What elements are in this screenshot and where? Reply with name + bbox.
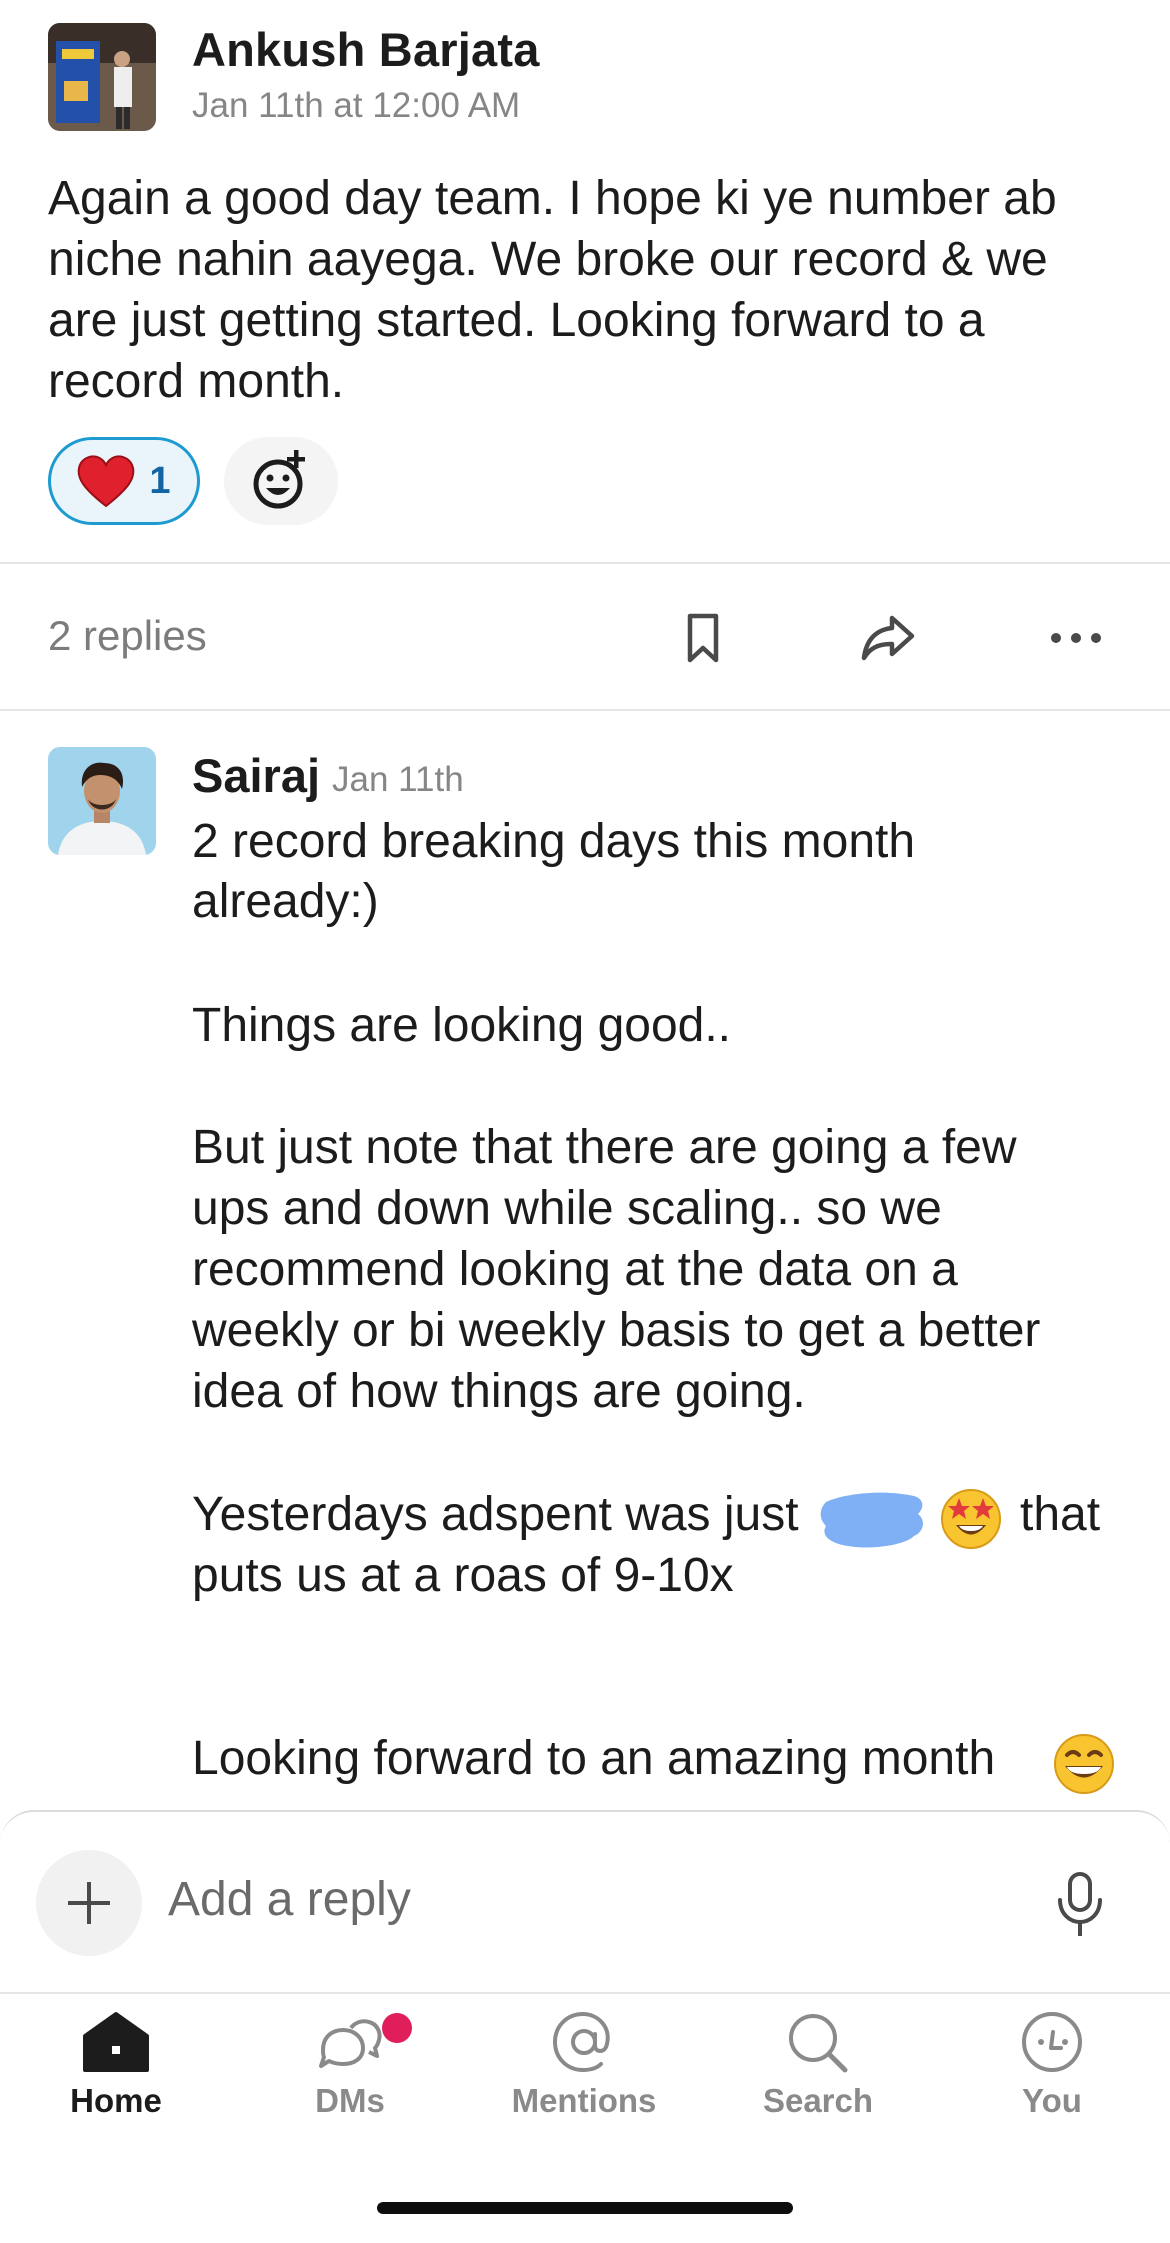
reply-text-line: But just note that there are going a few [192,1121,1017,1174]
reply-text-line: that [1020,1488,1101,1541]
reply-text-line: idea of how things are going. [192,1365,806,1418]
add-reaction-icon [253,450,305,509]
reply-text-line: already:) [192,875,379,928]
heart-reaction-button[interactable]: 1 [48,437,200,525]
redacted-amount [818,1488,928,1554]
tab-dms[interactable]: DMs [250,2010,450,2140]
tab-mentions[interactable]: Mentions [484,2010,684,2140]
add-reaction-button[interactable] [224,437,338,525]
tab-label: DMs [315,2082,385,2119]
reply-author-name[interactable]: Sairaj [192,748,320,803]
reply-text-line: weekly or bi weekly basis to get a bette… [192,1304,1041,1357]
more-options-icon[interactable] [1046,608,1106,668]
divider [0,562,1170,564]
share-icon[interactable] [858,608,918,668]
reply-text-line: puts us at a roas of 9-10x [192,1549,734,1602]
red-heart-emoji [78,455,135,508]
reply-text-line: 2 record breaking days this month [192,815,916,868]
tab-search[interactable]: Search [718,2010,918,2140]
plus-icon [68,1882,110,1924]
reaction-count: 1 [149,459,171,502]
star-struck-emoji [940,1488,1002,1550]
bookmark-icon[interactable] [673,608,733,668]
reply-text-line: recommend looking at the data on a [192,1243,958,1296]
tab-you[interactable]: You [952,2010,1152,2140]
author-avatar[interactable] [48,23,156,131]
tab-label: Home [70,2082,162,2119]
reply-input[interactable] [168,1872,1008,1927]
replies-count[interactable]: 2 replies [48,612,207,660]
tab-home[interactable]: Home [16,2010,216,2140]
grinning-face-emoji [1053,1733,1115,1795]
message-timestamp: Jan 11th at 12:00 AM [192,86,521,125]
microphone-icon[interactable] [1050,1870,1110,1940]
search-icon [789,2014,848,2073]
reply-author-avatar[interactable] [48,747,156,855]
author-name[interactable]: Ankush Barjata [192,22,540,77]
unread-badge [382,2013,412,2043]
tab-label: Mentions [511,2082,657,2119]
attach-button[interactable] [36,1850,142,1956]
reply-text-line: ups and down while scaling.. so we [192,1182,942,1235]
home-icon [83,2012,149,2072]
message-body: Again a good day team. I hope ki ye numb… [48,172,1057,408]
tab-label: Search [762,2082,874,2119]
home-indicator[interactable] [377,2202,793,2214]
reply-timestamp: Jan 11th [332,760,464,799]
reply-text-line: Things are looking good.. [192,999,732,1052]
you-icon [1022,2012,1082,2072]
reply-text-line: Yesterdays adspent was just [192,1488,799,1541]
reply-text-line: Looking forward to an amazing month [192,1732,996,1785]
divider [0,709,1170,711]
tab-label: You [1022,2082,1082,2119]
dms-icon [319,2019,382,2068]
at-icon [552,2011,610,2073]
